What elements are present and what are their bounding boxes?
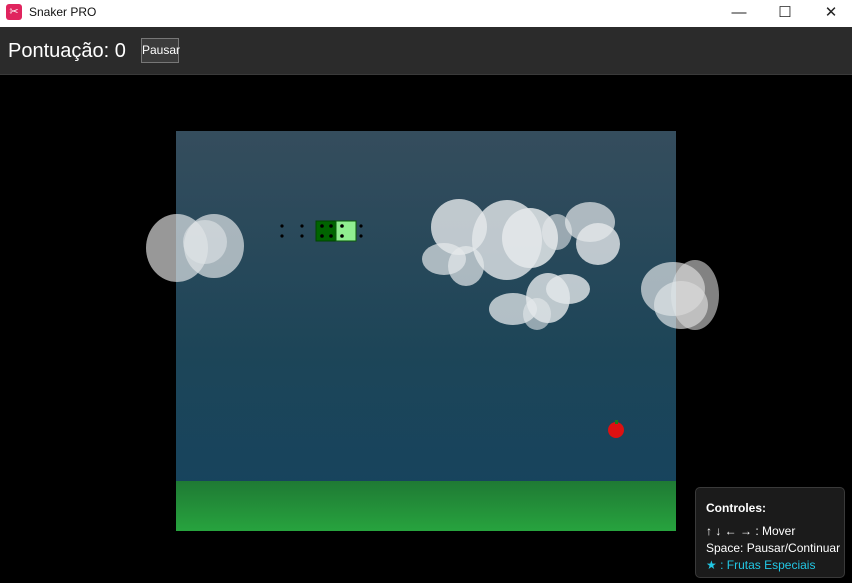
window-title: Snaker PRO: [29, 5, 97, 19]
controls-move: ↑ ↓ ← → : Mover: [706, 524, 796, 538]
toolbar: Pontuação: 0 Pausar: [0, 27, 852, 75]
controls-panel: Controles: ↑ ↓ ← → : Mover Space: Pausar…: [695, 487, 845, 578]
score-label: Pontuação: 0: [8, 40, 126, 62]
controls-title: Controles:: [706, 501, 766, 515]
game-board[interactable]: [176, 131, 676, 531]
app-icon: ✂: [6, 4, 22, 20]
maximize-button[interactable]: ☐: [762, 0, 808, 27]
close-button[interactable]: ✕: [808, 0, 852, 27]
controls-pause: Space: Pausar/Continuar: [706, 541, 841, 555]
pause-button[interactable]: Pausar: [141, 38, 180, 63]
grass-ground: [176, 481, 676, 531]
controls-special-fruits: ★ : Frutas Especiais: [706, 558, 816, 572]
minimize-button[interactable]: —: [716, 0, 762, 27]
title-bar: ✂ Snaker PRO — ☐ ✕: [0, 0, 852, 27]
